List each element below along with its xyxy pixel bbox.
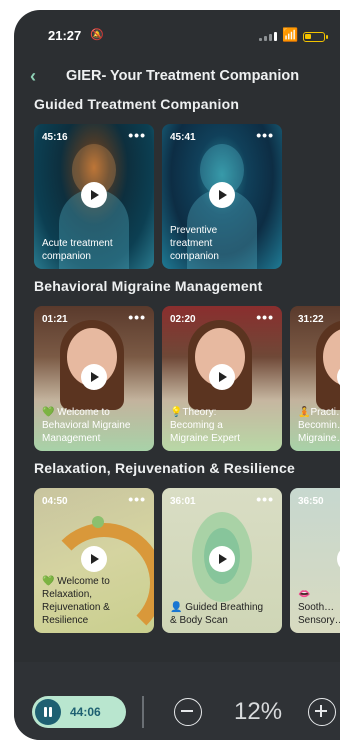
more-options-icon[interactable]: ••• [128,127,146,143]
more-options-icon[interactable]: ••• [256,127,274,143]
card-title: 💡Theory: Becoming a Migraine Expert [170,406,250,445]
card-title: 💚 Welcome to Behavioral Migraine Managem… [42,406,150,445]
card-title: 👤 Guided Breathing & Body Scan [170,601,270,627]
page-title: GIER- Your Treatment Companion [66,68,300,84]
more-options-icon[interactable]: ••• [128,309,146,325]
play-icon[interactable] [81,182,107,208]
app-screen: 21:27 🔕 📶 ‹ GIER- Your Treatment Compani… [14,10,340,740]
zoom-in-button[interactable] [308,698,336,726]
wifi-icon: 📶 [282,27,299,42]
more-options-icon[interactable]: ••• [128,491,146,507]
card-title-text: Guided Breathing & Body Scan [170,602,264,626]
play-icon[interactable] [81,364,107,390]
duration-label: 45:16 [42,132,68,143]
green-heart-icon: 💚 [42,407,55,418]
video-card[interactable]: 45:16 ••• Acute treatment companion [34,124,154,269]
carousel-relaxation[interactable]: 04:50 ••• 💚 Welcome to Relaxation, Rejuv… [34,488,340,638]
status-bar: 21:27 🔕 📶 [14,26,340,48]
duration-label: 36:01 [170,496,196,507]
status-time: 21:27 [48,28,82,43]
zoom-level: 12% [234,698,283,725]
video-card[interactable]: 04:50 ••• 💚 Welcome to Relaxation, Rejuv… [34,488,154,633]
player-bar: 44:06 12% [14,662,340,740]
card-title: 👄 Sooth… Sensory… [298,588,340,627]
duration-label: 45:41 [170,132,196,143]
battery-icon [303,32,328,42]
card-title: 💚 Welcome to Relaxation, Rejuvenation & … [42,575,132,627]
card-title: Acute treatment companion [42,238,113,262]
card-title-text: Welcome to Behavioral Migraine Managemen… [42,407,131,444]
card-title: Preventive treatment companion [170,225,219,262]
playback-pill[interactable]: 44:06 [32,696,126,728]
play-icon[interactable] [337,546,340,572]
video-card[interactable]: 01:21 ••• 💚 Welcome to Behavioral Migrai… [34,306,154,451]
duration-label: 36:50 [298,496,324,507]
card-title-text: Sooth… Sensory… [298,602,340,626]
play-icon[interactable] [209,182,235,208]
section-title-guided: Guided Treatment Companion [34,96,240,112]
video-card[interactable]: 45:41 ••• Preventive treatment companion [162,124,282,269]
video-card[interactable]: 36:01 ••• 👤 Guided Breathing & Body Scan [162,488,282,633]
video-card[interactable]: 36:50 👄 Sooth… Sensory… [290,488,340,633]
duration-label: 31:22 [298,314,324,325]
more-options-icon[interactable]: ••• [256,309,274,325]
bell-slash-icon: 🔕 [90,29,104,41]
decorative-dot [92,516,104,528]
pause-icon[interactable] [35,699,61,725]
signal-icon [259,32,277,41]
play-icon[interactable] [209,364,235,390]
video-card[interactable]: 31:22 🧘Practi… Becomin… Migraine… [290,306,340,451]
playback-time: 44:06 [70,705,101,719]
carousel-guided[interactable]: 45:16 ••• Acute treatment companion 45:4… [34,124,340,274]
lips-icon: 👄 [298,589,311,600]
chevron-left-icon[interactable]: ‹ [30,66,36,86]
green-heart-icon: 💚 [42,576,55,587]
duration-label: 02:20 [170,314,196,325]
play-icon[interactable] [81,546,107,572]
carousel-behavioral[interactable]: 01:21 ••• 💚 Welcome to Behavioral Migrai… [34,306,340,456]
meditation-icon: 🧘 [298,407,311,418]
divider [142,696,144,728]
video-card[interactable]: 02:20 ••• 💡Theory: Becoming a Migraine E… [162,306,282,451]
section-title-behavioral: Behavioral Migraine Management [34,278,263,294]
nav-bar: ‹ GIER- Your Treatment Companion [14,66,340,90]
person-icon: 👤 [170,602,183,613]
duration-label: 04:50 [42,496,68,507]
card-title: 🧘Practi… Becomin… Migraine… [298,406,340,445]
section-title-relaxation: Relaxation, Rejuvenation & Resilience [34,460,296,476]
more-options-icon[interactable]: ••• [256,491,274,507]
zoom-out-button[interactable] [174,698,202,726]
play-icon[interactable] [209,546,235,572]
duration-label: 01:21 [42,314,68,325]
lightbulb-icon: 💡 [170,407,183,418]
